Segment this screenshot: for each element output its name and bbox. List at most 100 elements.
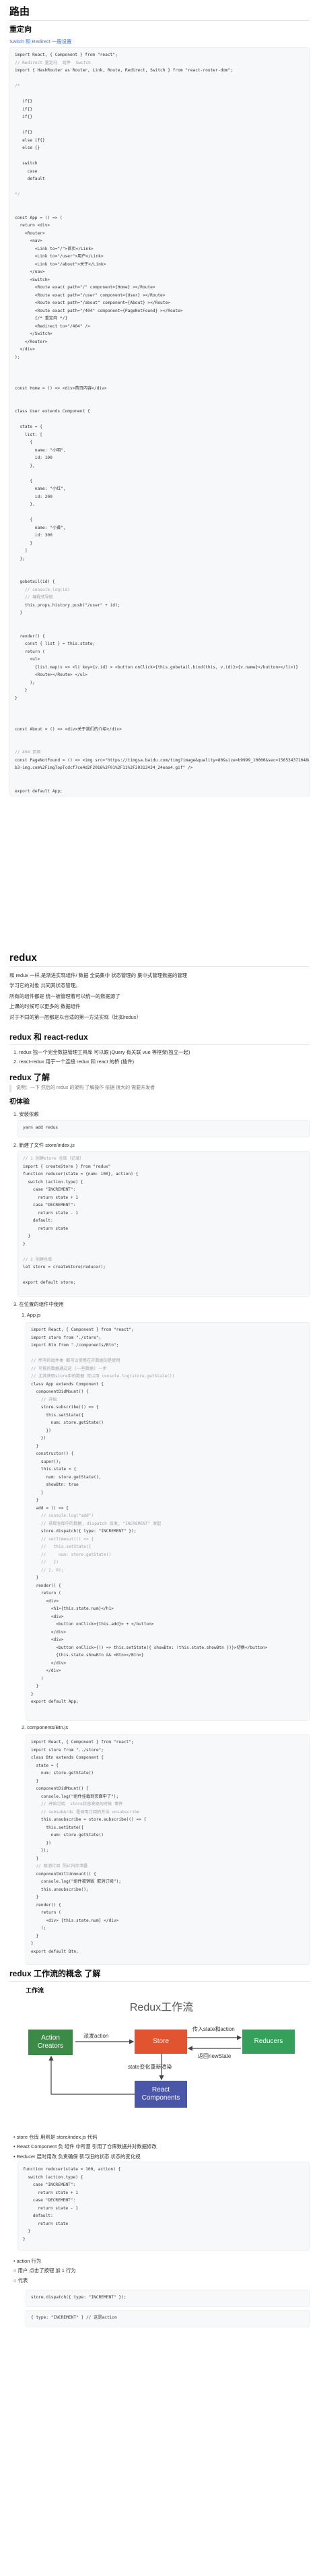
code-line: }: [15, 688, 28, 693]
code-line: }): [31, 1428, 51, 1433]
code-line: case "DECREMENT":: [23, 1203, 76, 1207]
code-line: import { HashRouter as Router, Link, Rou…: [15, 68, 234, 73]
action-code-block: { type: "INCREMENT" } // 这是action: [26, 2310, 310, 2327]
code-line: }: [31, 1856, 39, 1861]
redux-vs-divider: [9, 1044, 310, 1045]
code-line: }: [31, 1895, 39, 1899]
redux-vs-list: 1. redux 独一个完全数据管理工具库 可以跟 jQuery 有关联 vue…: [13, 1048, 310, 1068]
code-line: import store from "../store";: [31, 1747, 104, 1753]
code-line: this.setState({: [31, 1412, 84, 1418]
redux-intro-2: 学习它的对象 共同其状态管理。: [9, 982, 81, 989]
code-line: // subsubArds 是调用订阅的方法 unsubscribe: [31, 1809, 140, 1815]
store-box: Store: [135, 2030, 187, 2054]
arrow-back: [48, 2055, 135, 2095]
code-line: return state: [23, 1226, 69, 1231]
code-line: }): [31, 1436, 46, 1441]
code-line: </Router>: [15, 339, 48, 344]
react-components-label: React Components: [141, 2086, 180, 2102]
code-line: store.dispatch({ type: "INCREMENT" });: [31, 1529, 137, 1534]
code-line: componentDidMount() {: [31, 1786, 89, 1791]
code-line: // Redirect 重定向 组件 Switch: [15, 60, 91, 65]
code-line: add = () => {: [31, 1505, 69, 1511]
store-code-block: // 1 创建store 仓库（记录） import { createStore …: [17, 1151, 310, 1297]
redux-intro: 和 redux 一样,是渐进实现组件/ 数据 全局集中 状态管理的 集中式管理数…: [9, 972, 310, 1024]
reducers-box: Reducers: [242, 2030, 295, 2054]
code-line: num: store.getState(): [31, 1833, 104, 1837]
redirect-note-text: Switch 和 Redirect 一般设置: [9, 38, 72, 44]
code-line: ]: [15, 548, 28, 553]
code-line: }): [31, 1840, 51, 1846]
list-item: • action 行为: [13, 2258, 42, 2264]
list-item: • React Component 负 组件 中所意 引用了仓库数据并对数据修改: [13, 2143, 157, 2150]
code-line: </div>: [15, 347, 35, 352]
code-line: }: [31, 1691, 34, 1697]
redux-divider: [9, 966, 310, 967]
install-code-block: yarn add redux: [17, 1120, 310, 1137]
code-line: if{}: [15, 106, 33, 112]
redirect-heading: 重定向: [9, 26, 32, 34]
flow-divider: [9, 1981, 310, 1982]
code-line: case "DECREMENT":: [23, 2198, 76, 2203]
code-line: <Switch>: [15, 277, 50, 282]
code-line: <Route exact path="/404" component={Page…: [15, 308, 183, 313]
list-item: • Reducer 层时用改 负责确保 新与旧的状态 状态的变化规: [13, 2153, 141, 2160]
label-prev: 传入state和action: [192, 2026, 235, 2032]
redux-workflow-diagram: Redux工作流 Action Creators Store Reducers …: [27, 2000, 296, 2125]
code-line: // 1 创建store 仓库（记录）: [23, 1156, 84, 1161]
code-line: }: [15, 695, 17, 701]
code-line: store.subscribe(() => {: [31, 1405, 99, 1410]
label-dispatch: 派发action: [83, 2033, 109, 2039]
code-line: }: [31, 1498, 39, 1503]
code-line: <Link to="/">首页</Link>: [15, 246, 94, 251]
routes-code-block: import React, { Component } from "react"…: [9, 47, 310, 796]
code-line: const App = () => (: [15, 215, 63, 220]
redux-intro-3: 所有的组件都是 统一被管理着可以统一的数据源了: [9, 993, 120, 999]
code-line: componentWillUnmount() {: [31, 1871, 96, 1877]
code-line: <div>: [31, 1614, 64, 1619]
code-line: // num: store.getState(): [31, 1552, 112, 1557]
code-line: import Btn from "./components/Btn";: [31, 1343, 119, 1348]
code-line: // setTimeout(() => {: [31, 1536, 94, 1542]
code-line: {this.state.showBtn && <Btn></Btn>}: [31, 1653, 144, 1658]
step-3: 3. 在位置的组件中使用: [13, 1301, 64, 1307]
code-line: {: [15, 478, 33, 484]
code-line: <Link to="/about">关于</Link>: [15, 261, 106, 267]
step-2: 2. 新建了文件 store/index.js: [13, 1142, 75, 1148]
code-line: case: [15, 168, 38, 174]
flow-list-2: • action 行为 ○ 用户 点击了按钮 加 1 行为 ○ 代表: [13, 2257, 310, 2286]
flow-heading: redux 工作流的概念 了解: [9, 1969, 101, 1978]
action-creators-box: Action Creators: [28, 2030, 73, 2055]
code-line: });: [31, 1848, 49, 1853]
code-line: // this.setState({: [31, 1544, 92, 1549]
redux-vs-heading-block: redux 和 react-redux: [9, 1031, 310, 1044]
code-line: render() {: [15, 633, 45, 639]
code-line: }: [15, 540, 33, 546]
code-line: </div>: [31, 1660, 67, 1666]
code-line: }: [31, 1941, 34, 1946]
reducers-label: Reducers: [254, 2038, 283, 2045]
redux-intro-1: 和 redux 一样,是渐进实现组件/ 数据 全局集中 状态管理的 集中式管理数…: [9, 972, 188, 978]
routes-section: 路由: [9, 4, 310, 20]
code-line: import React, { Component } from "react"…: [31, 1740, 134, 1745]
code-line: case "INCREMENT":: [23, 2182, 76, 2187]
code-line: return <div>: [15, 223, 50, 228]
code-line: const PageNotFound = () => <img src="htt…: [15, 757, 309, 763]
code-line: // console.log(id): [15, 587, 70, 592]
code-line: }: [31, 1575, 39, 1580]
code-line: this.state = {: [31, 1467, 77, 1472]
code-line: import React, { Component } from "react"…: [31, 1327, 134, 1332]
code-line: id: 200: [15, 494, 52, 499]
code-line: </nav>: [15, 270, 45, 274]
learn-heading: redux 了解: [9, 1073, 50, 1082]
code-line: store.dispatch({ type: "INCREMENT" });: [31, 2295, 127, 2300]
code-line: },: [15, 463, 35, 468]
code-line: return state + 1: [23, 1195, 78, 1200]
